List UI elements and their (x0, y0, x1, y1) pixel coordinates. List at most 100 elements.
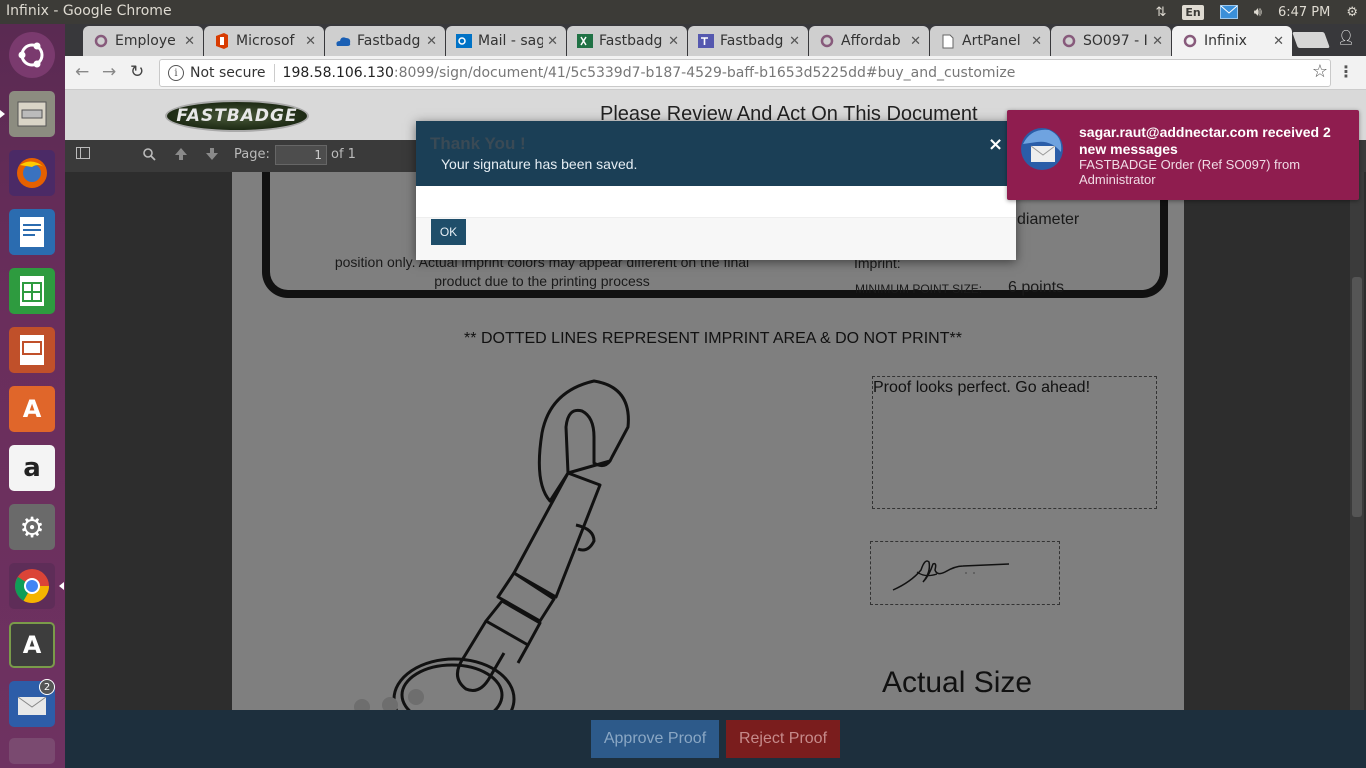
omnibox-divider (273, 64, 275, 82)
odoo-icon (1182, 33, 1198, 49)
tab-title: ArtPanel (962, 33, 1021, 49)
launcher-software-center-icon[interactable]: A (7, 384, 57, 434)
tab-title: Fastbadg (599, 33, 663, 49)
page-number-input[interactable]: 1 (275, 145, 327, 165)
tab-close-icon[interactable]: ✕ (547, 34, 558, 49)
tab-fastbadge-onedrive[interactable]: Fastbadg ✕ (325, 26, 445, 56)
pdf-scrollbar-thumb[interactable] (1352, 277, 1362, 517)
page-icon (940, 33, 956, 49)
keyboard-language[interactable]: En (1174, 0, 1211, 24)
previous-page-icon[interactable] (174, 147, 188, 165)
volume-icon[interactable]: 🔊︎ (1246, 0, 1270, 24)
odoo-icon (1061, 33, 1077, 49)
min-point-size-value: 6 points (1008, 279, 1065, 296)
address-bar[interactable]: i Not secure 198.58.106.130 :8099/sign/d… (159, 59, 1331, 87)
security-label[interactable]: Not secure (190, 65, 266, 81)
notification-body: FASTBADGE Order (Ref SO097) from Adminis… (1079, 157, 1301, 187)
tab-close-icon[interactable]: ✕ (789, 34, 800, 49)
launcher-trash-icon[interactable] (7, 736, 57, 766)
system-tray: ⇅ En 🔊︎ 6:47 PM ⚙ (1147, 0, 1366, 24)
search-icon[interactable] (142, 147, 156, 165)
signature-image (892, 560, 1010, 591)
window-title: Infinix - Google Chrome (6, 3, 172, 19)
tab-close-icon[interactable]: ✕ (426, 34, 437, 49)
approve-proof-button[interactable]: Approve Proof (591, 720, 719, 758)
tab-fastbadge-teams[interactable]: Fastbadg ✕ (688, 26, 808, 56)
proof-action-bar: Approve Proof Reject Proof (65, 710, 1366, 768)
new-tab-button[interactable] (1292, 32, 1330, 48)
signature-box[interactable] (870, 541, 1060, 605)
launcher-writer-icon[interactable] (7, 207, 57, 257)
tab-close-icon[interactable]: ✕ (910, 34, 921, 49)
comment-text-box[interactable]: Proof looks perfect. Go ahead! (872, 376, 1157, 509)
tab-title: Infinix (1204, 33, 1247, 49)
tab-mail[interactable]: Mail - sag ✕ (446, 26, 566, 56)
mail-icon[interactable] (1212, 0, 1246, 24)
tab-artpanel[interactable]: ArtPanel ✕ (930, 26, 1050, 56)
power-gear-icon[interactable]: ⚙ (1338, 0, 1366, 24)
url-path: :8099/sign/document/41/5c5339d7-b187-452… (393, 65, 1016, 81)
min-point-size-label: MINIMUM POINT SIZE: (855, 282, 983, 296)
tab-infinix[interactable]: Infinix ✕ (1172, 26, 1292, 56)
reload-icon[interactable]: ↻ (130, 62, 144, 82)
launcher-settings-icon[interactable]: ⚙ (7, 502, 57, 552)
comment-text: Proof looks perfect. Go ahead! (873, 379, 1091, 396)
back-arrow-icon[interactable]: ← (75, 62, 89, 82)
page-label: Page: (234, 147, 270, 162)
tab-title: SO097 - I (1083, 33, 1148, 49)
tab-title: Employe (115, 33, 176, 49)
sidebar-toggle-icon[interactable] (76, 147, 90, 163)
tab-close-icon[interactable]: ✕ (305, 34, 316, 49)
launcher-ubuntu-icon[interactable] (7, 30, 57, 80)
fastbadge-logo[interactable]: FASTBADGE (165, 100, 309, 132)
thunderbird-unread-badge: 2 (39, 679, 55, 695)
forward-arrow-icon[interactable]: → (102, 62, 116, 82)
tab-affordable[interactable]: Affordab ✕ (809, 26, 929, 56)
dialog-message: Your signature has been saved. (441, 156, 638, 172)
tab-close-icon[interactable]: ✕ (184, 34, 195, 49)
tab-title: Fastbadg (720, 33, 784, 49)
mail-notification[interactable]: sagar.raut@addnectar.com received 2 new … (1007, 110, 1359, 200)
close-icon[interactable]: × (988, 134, 1003, 155)
tab-fastbadge-excel[interactable]: Fastbadg ✕ (567, 26, 687, 56)
dotted-lines-note: ** DOTTED LINES REPRESENT IMPRINT AREA &… (464, 330, 962, 347)
tab-title: Affordab (841, 33, 901, 49)
profile-icon[interactable]: 👤︎ (1337, 30, 1355, 46)
thunderbird-icon (1021, 128, 1063, 170)
tab-employee[interactable]: Employe ✕ (83, 26, 203, 56)
tab-close-icon[interactable]: ✕ (668, 34, 679, 49)
tab-microsoft[interactable]: Microsof ✕ (204, 26, 324, 56)
ok-button[interactable]: OK (431, 219, 466, 245)
launcher-active-indicator (0, 110, 5, 118)
tab-close-icon[interactable]: ✕ (1031, 34, 1042, 49)
tab-close-icon[interactable]: ✕ (1152, 34, 1163, 49)
browser-toolbar: ← → ↻ i Not secure 198.58.106.130 :8099/… (65, 56, 1366, 90)
launcher-calc-icon[interactable] (7, 266, 57, 316)
launcher-firefox-icon[interactable] (7, 148, 57, 198)
launcher-amazon-icon[interactable]: a (7, 443, 57, 493)
chrome-menu-icon[interactable]: ⋮ (1338, 62, 1354, 81)
excel-icon (577, 33, 593, 49)
info-icon[interactable]: i (168, 65, 184, 81)
tab-close-icon[interactable]: ✕ (1273, 34, 1284, 49)
top-panel: Infinix - Google Chrome ⇅ En 🔊︎ 6:47 PM … (0, 0, 1366, 24)
outlook-icon (456, 33, 472, 49)
odoo-icon (93, 33, 109, 49)
dialog-footer: OK (416, 217, 1016, 260)
launcher-updater-icon[interactable]: A (7, 620, 57, 670)
reject-proof-button[interactable]: Reject Proof (726, 720, 840, 758)
launcher-impress-icon[interactable] (7, 325, 57, 375)
teams-icon (698, 33, 714, 49)
onedrive-icon (335, 33, 351, 49)
pdf-scrollbar[interactable] (1350, 172, 1364, 710)
clock[interactable]: 6:47 PM (1270, 0, 1338, 24)
bookmark-star-icon[interactable]: ☆ (1312, 61, 1328, 82)
diameter-text: diameter (1017, 211, 1080, 228)
launcher-thunderbird-icon[interactable]: 2 (7, 679, 57, 729)
launcher-chrome-icon[interactable] (7, 561, 57, 611)
tab-so097[interactable]: SO097 - I ✕ (1051, 26, 1171, 56)
network-icon[interactable]: ⇅ (1147, 0, 1174, 24)
next-page-icon[interactable] (205, 147, 219, 165)
launcher-files-icon[interactable] (7, 89, 57, 139)
dialog-title: Thank You ! (430, 134, 526, 153)
